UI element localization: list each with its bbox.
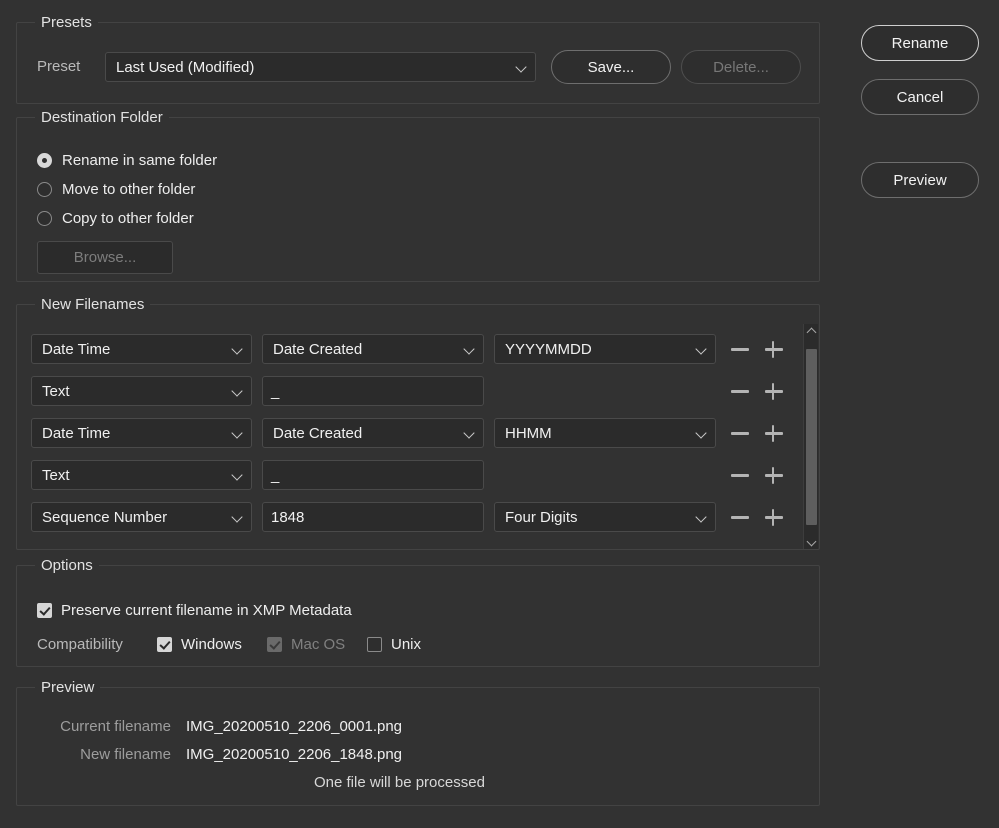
checkbox-preserve-filename[interactable]: Preserve current filename in XMP Metadat… <box>37 602 352 619</box>
filename-row-type-value: Text <box>42 466 70 484</box>
checkbox-indicator <box>157 637 172 652</box>
radio-copy-to-other-folder[interactable]: Copy to other folder <box>37 210 194 227</box>
process-count-note: One file will be processed <box>314 774 485 791</box>
radio-indicator <box>37 182 52 197</box>
preview-button-label: Preview <box>893 171 947 189</box>
radio-label: Copy to other folder <box>62 210 194 227</box>
chevron-down-icon <box>515 60 529 74</box>
batch-rename-dialog: Presets Preset Last Used (Modified) Save… <box>0 0 999 828</box>
filename-row-type-value: Date Time <box>42 340 111 358</box>
filename-row-field-select[interactable]: Date Created <box>262 334 484 364</box>
preview-group-label: Preview <box>35 678 101 697</box>
scroll-down-icon[interactable] <box>804 535 819 549</box>
filename-row-format-value: HHMM <box>505 424 552 442</box>
destination-folder-group-label: Destination Folder <box>35 108 169 127</box>
checkbox-indicator <box>367 637 382 652</box>
filename-row-field-select[interactable]: Date Created <box>262 418 484 448</box>
filename-row-type-value: Date Time <box>42 424 111 442</box>
save-preset-button-label: Save... <box>587 58 635 76</box>
filename-row-number-value: 1848 <box>271 508 305 526</box>
preset-label: Preset <box>37 58 81 75</box>
add-row-button[interactable] <box>764 423 784 443</box>
compatibility-label: Compatibility <box>37 636 123 653</box>
add-row-button[interactable] <box>764 507 784 527</box>
chevron-down-icon <box>231 510 245 524</box>
chevron-down-icon <box>463 426 477 440</box>
filename-row-number-input[interactable]: 1848 <box>262 502 484 532</box>
preset-select-value: Last Used (Modified) <box>116 58 255 76</box>
radio-rename-in-same-folder[interactable]: Rename in same folder <box>37 152 217 169</box>
chevron-down-icon <box>231 342 245 356</box>
add-row-button[interactable] <box>764 339 784 359</box>
chevron-down-icon <box>231 384 245 398</box>
rename-button[interactable]: Rename <box>861 25 979 61</box>
filename-row-text-input[interactable]: _ <box>262 376 484 406</box>
filename-row-format-select[interactable]: Four Digits <box>494 502 716 532</box>
filename-row-text-value: _ <box>271 466 280 484</box>
chevron-down-icon <box>463 342 477 356</box>
current-filename-label: Current filename <box>60 718 171 735</box>
rename-button-label: Rename <box>891 34 949 52</box>
cancel-button-label: Cancel <box>896 88 944 106</box>
checkbox-compat-macos: Mac OS <box>267 636 345 653</box>
radio-indicator <box>37 153 52 168</box>
browse-button[interactable]: Browse... <box>37 241 173 274</box>
checkbox-label: Windows <box>181 636 242 653</box>
delete-preset-button-label: Delete... <box>713 58 769 76</box>
remove-row-button[interactable] <box>730 339 750 359</box>
chevron-down-icon <box>695 510 709 524</box>
filename-row-field-value: Date Created <box>273 424 363 442</box>
radio-label: Rename in same folder <box>62 152 218 169</box>
checkbox-compat-windows[interactable]: Windows <box>157 636 242 653</box>
remove-row-button[interactable] <box>730 381 750 401</box>
add-row-button[interactable] <box>764 465 784 485</box>
scrollbar-thumb[interactable] <box>806 349 817 525</box>
checkbox-label: Preserve current filename in XMP Metadat… <box>61 602 352 619</box>
add-row-button[interactable] <box>764 381 784 401</box>
filename-row-format-select[interactable]: HHMM <box>494 418 716 448</box>
radio-move-to-other-folder[interactable]: Move to other folder <box>37 181 195 198</box>
filename-row-type-value: Text <box>42 382 70 400</box>
delete-preset-button[interactable]: Delete... <box>681 50 801 84</box>
remove-row-button[interactable] <box>730 465 750 485</box>
preset-select[interactable]: Last Used (Modified) <box>105 52 536 82</box>
presets-group-label: Presets <box>35 13 98 32</box>
cancel-button[interactable]: Cancel <box>861 79 979 115</box>
checkbox-indicator <box>37 603 52 618</box>
chevron-down-icon <box>695 426 709 440</box>
chevron-down-icon <box>231 426 245 440</box>
checkbox-label: Mac OS <box>291 636 346 653</box>
preview-button[interactable]: Preview <box>861 162 979 198</box>
radio-label: Move to other folder <box>62 181 196 198</box>
new-filename-label: New filename <box>80 746 171 763</box>
current-filename-value: IMG_20200510_2206_0001.png <box>186 718 403 735</box>
filename-row-text-value: _ <box>271 382 280 400</box>
new-filenames-scrollbar[interactable] <box>803 324 818 549</box>
checkbox-indicator <box>267 637 282 652</box>
new-filenames-group-label: New Filenames <box>35 295 151 314</box>
filename-row-type-select[interactable]: Text <box>31 460 252 490</box>
remove-row-button[interactable] <box>730 507 750 527</box>
filename-row-format-select[interactable]: YYYYMMDD <box>494 334 716 364</box>
remove-row-button[interactable] <box>730 423 750 443</box>
filename-row-type-select[interactable]: Date Time <box>31 418 252 448</box>
filename-row-type-select[interactable]: Text <box>31 376 252 406</box>
filename-row-field-value: Date Created <box>273 340 363 358</box>
save-preset-button[interactable]: Save... <box>551 50 671 84</box>
browse-button-label: Browse... <box>73 249 137 266</box>
filename-row-type-value: Sequence Number <box>42 508 168 526</box>
checkbox-label: Unix <box>391 636 422 653</box>
options-group-label: Options <box>35 556 99 575</box>
filename-row-format-value: YYYYMMDD <box>505 340 592 358</box>
checkbox-compat-unix[interactable]: Unix <box>367 636 421 653</box>
new-filename-value: IMG_20200510_2206_1848.png <box>186 746 403 763</box>
filename-row-type-select[interactable]: Sequence Number <box>31 502 252 532</box>
chevron-down-icon <box>695 342 709 356</box>
filename-row-format-value: Four Digits <box>505 508 578 526</box>
radio-indicator <box>37 211 52 226</box>
filename-row-text-input[interactable]: _ <box>262 460 484 490</box>
filename-row-type-select[interactable]: Date Time <box>31 334 252 364</box>
scroll-up-icon[interactable] <box>804 324 819 338</box>
chevron-down-icon <box>231 468 245 482</box>
